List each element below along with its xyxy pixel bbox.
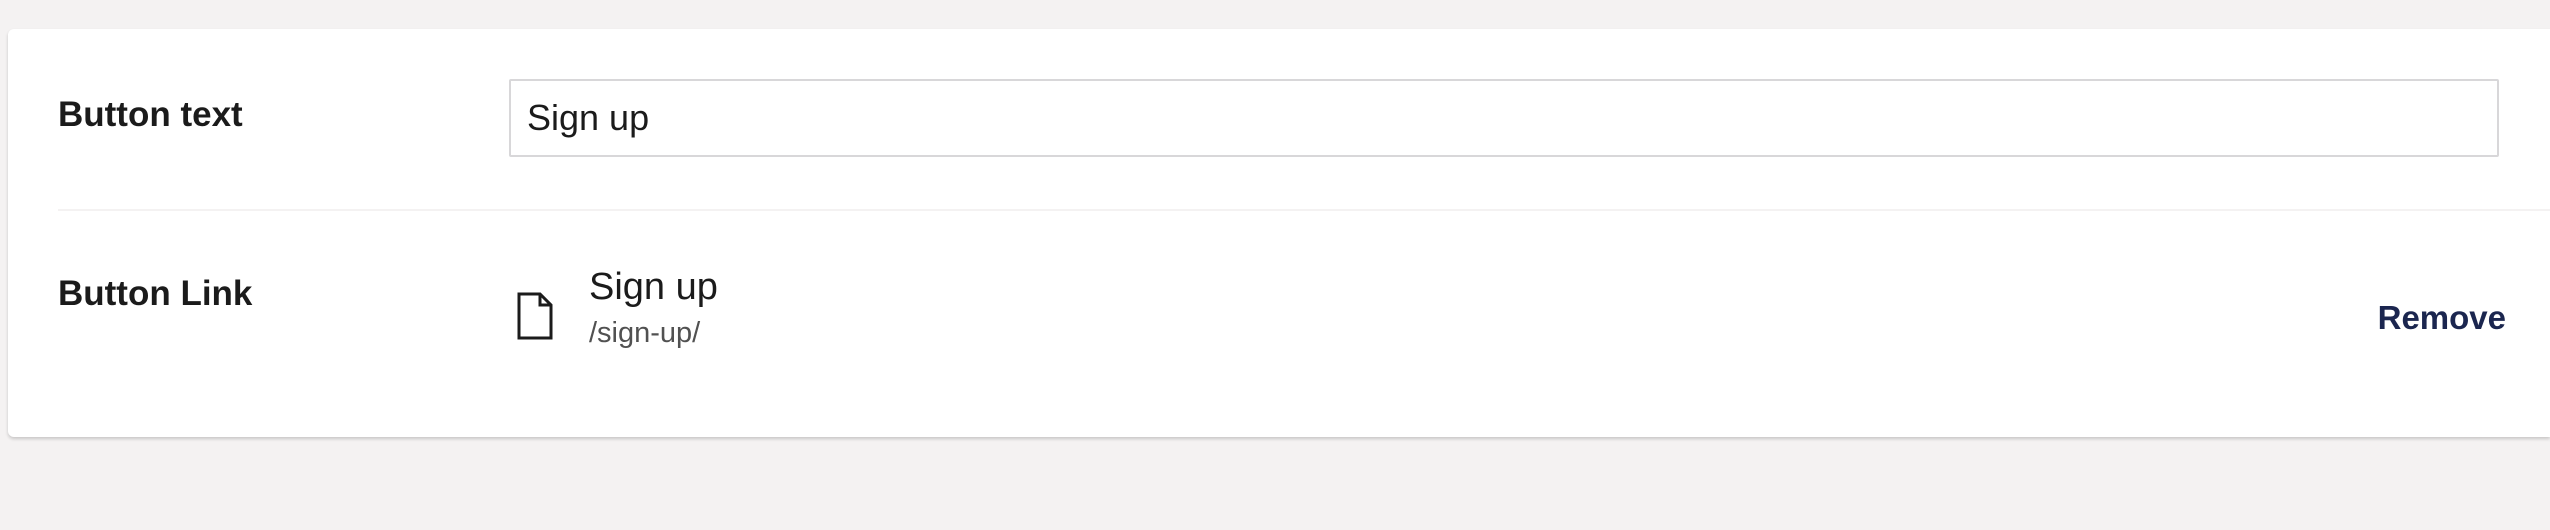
property-button-text: Button text [8,29,2550,209]
remove-link-button[interactable]: Remove [2378,299,2506,337]
link-picker-item[interactable]: Sign up /sign-up/ [509,263,718,363]
button-link-label: Button Link [58,274,253,313]
link-details: Sign up /sign-up/ [589,263,718,353]
property-editor-panel: Button text Button Link Sign up /sign-up… [8,29,2550,437]
button-text-input[interactable] [509,79,2499,157]
document-icon [517,292,553,340]
link-url: /sign-up/ [589,317,701,349]
button-text-label: Button text [58,95,243,134]
property-button-link: Button Link Sign up /sign-up/ Remove [8,211,2550,437]
link-name: Sign up [589,266,718,308]
